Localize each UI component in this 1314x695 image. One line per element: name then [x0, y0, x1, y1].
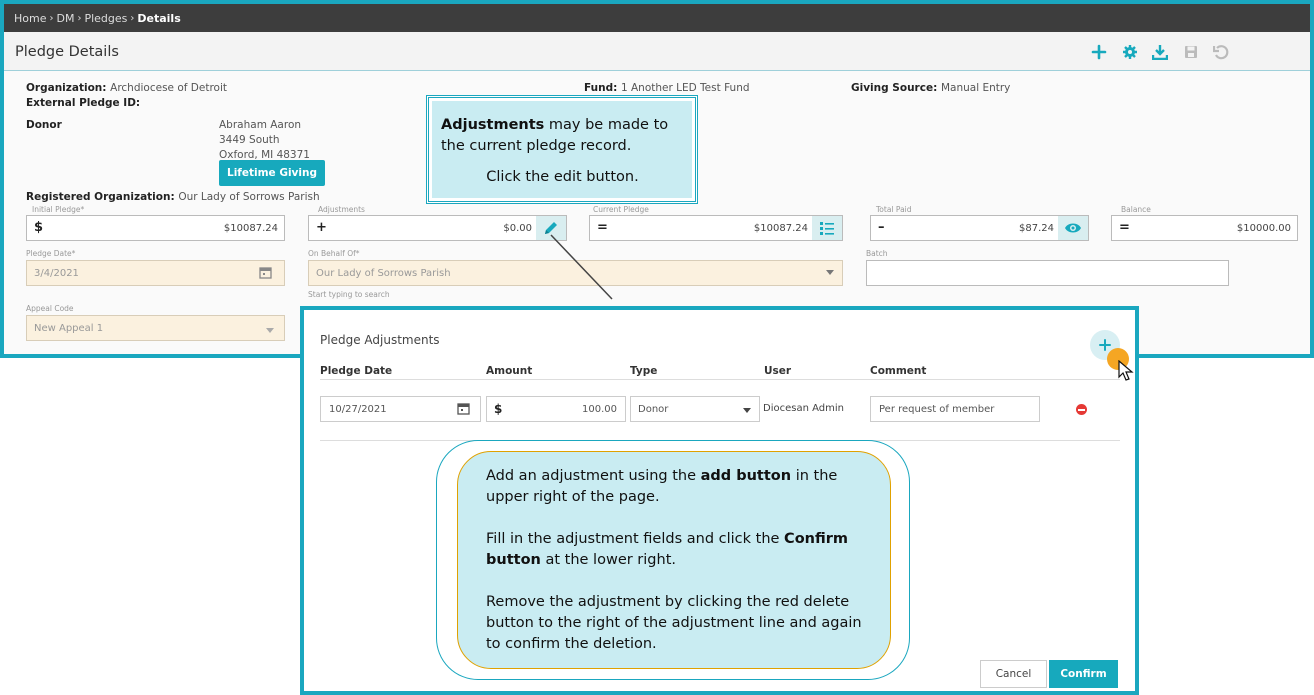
plus-icon	[1099, 339, 1111, 351]
adjustment-callout: Add an adjustment using the add button i…	[457, 451, 891, 669]
pledge-adjustments-title: Pledge Adjustments	[320, 333, 440, 347]
adjustment-comment-value: Per request of member	[879, 404, 995, 415]
column-amount: Amount	[486, 365, 533, 377]
callout-text: at the lower right.	[540, 552, 676, 568]
adjustment-date-input[interactable]: 10/27/2021	[320, 396, 481, 422]
delete-adjustment-icon[interactable]	[1076, 404, 1087, 415]
header-divider	[320, 379, 1120, 380]
callout-paragraph-confirm: Fill in the adjustment fields and click …	[486, 529, 866, 571]
adjustment-date-value: 10/27/2021	[329, 404, 387, 415]
adjustment-callout-frame: Add an adjustment using the add button i…	[436, 440, 910, 680]
adjustment-comment-input[interactable]: Per request of member	[870, 396, 1040, 422]
adjustment-amount-input[interactable]: $ 100.00	[486, 396, 626, 422]
adjustment-type-select[interactable]: Donor	[630, 396, 760, 422]
dropdown-arrow-icon[interactable]	[743, 408, 751, 413]
callout-bold: add button	[700, 468, 792, 484]
adjustment-user: Diocesan Admin	[763, 403, 844, 414]
calendar-icon[interactable]	[457, 402, 470, 418]
column-comment: Comment	[870, 365, 927, 377]
pledge-adjustments-panel: Pledge Adjustments Pledge Date Amount Ty…	[300, 306, 1139, 695]
callout-text: Add an adjustment using the	[486, 468, 701, 484]
column-type: Type	[630, 365, 658, 377]
cancel-button[interactable]: Cancel	[980, 660, 1047, 688]
callout-paragraph-add: Add an adjustment using the add button i…	[486, 466, 866, 508]
callout-paragraph-remove: Remove the adjustment by clicking the re…	[486, 594, 862, 652]
column-pledge-date: Pledge Date	[320, 365, 393, 377]
confirm-button[interactable]: Confirm	[1049, 660, 1118, 688]
minus-glyph	[1078, 408, 1085, 411]
column-user: User	[764, 365, 792, 377]
adjustment-type-value: Donor	[638, 404, 669, 415]
currency-symbol: $	[494, 402, 503, 416]
callout-text: Fill in the adjustment fields and click …	[486, 531, 785, 547]
mouse-cursor-icon	[1118, 360, 1134, 381]
adjustment-amount-value: 100.00	[582, 404, 617, 415]
